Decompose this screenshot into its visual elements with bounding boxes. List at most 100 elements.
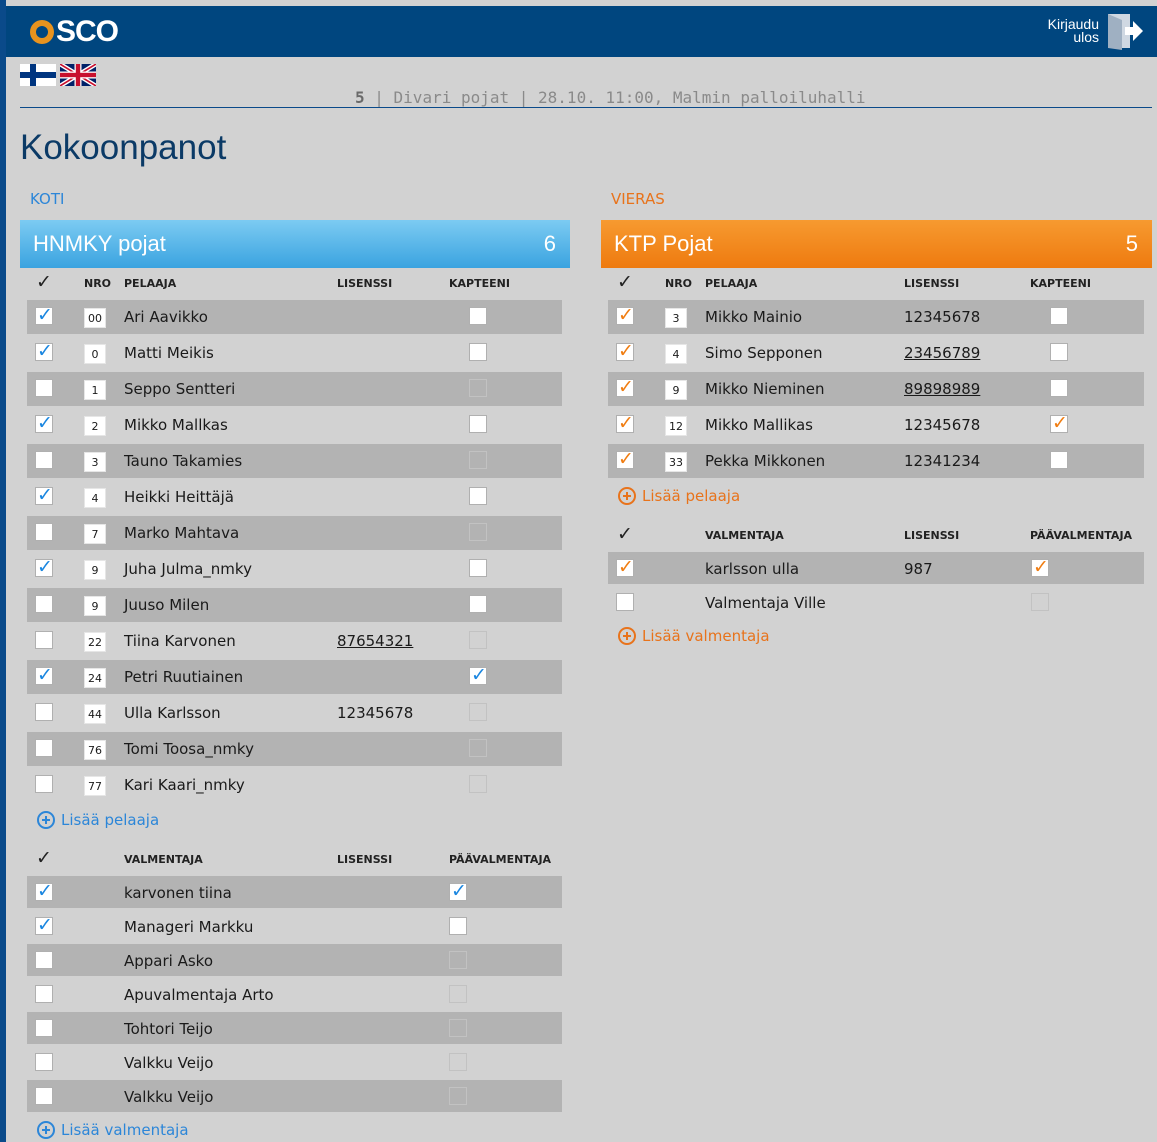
select-checkbox[interactable] <box>35 1053 53 1071</box>
home-add-player-button[interactable]: Lisää pelaaja <box>37 811 159 829</box>
home-add-coach-button[interactable]: Lisää valmentaja <box>37 1121 189 1139</box>
select-checkbox[interactable] <box>35 664 53 686</box>
player-name: Tauno Takamies <box>124 452 243 470</box>
sco-logo[interactable]: SCO <box>30 16 119 48</box>
select-checkbox[interactable] <box>35 775 53 793</box>
player-row: 9 Juuso Milen <box>27 588 562 622</box>
captain-checkbox[interactable] <box>469 343 487 361</box>
player-row: 9 Juha Julma_nmky <box>27 552 562 586</box>
uk-flag-icon[interactable] <box>60 64 96 86</box>
select-checkbox[interactable] <box>616 412 634 434</box>
player-number: 12 <box>665 416 687 436</box>
player-license[interactable]: 89898989 <box>904 380 980 398</box>
coach-row: Apuvalmentaja Arto <box>27 978 562 1010</box>
select-checkbox[interactable] <box>616 340 634 362</box>
add-icon <box>37 1121 55 1139</box>
select-checkbox[interactable] <box>35 985 53 1003</box>
player-number: 0 <box>84 344 106 364</box>
away-add-coach-button[interactable]: Lisää valmentaja <box>618 627 770 645</box>
captain-checkbox[interactable] <box>469 664 487 686</box>
player-number: 00 <box>84 308 106 328</box>
select-checkbox[interactable] <box>35 1019 53 1037</box>
select-checkbox[interactable] <box>35 304 53 326</box>
head-coach-checkbox[interactable] <box>449 880 467 902</box>
player-row: 33 Pekka Mikkonen 12341234 <box>608 444 1144 478</box>
select-checkbox[interactable] <box>616 448 634 470</box>
player-name: Marko Mahtava <box>124 524 240 542</box>
select-checkbox[interactable] <box>35 340 53 362</box>
player-name: Ulla Karlsson <box>124 704 221 722</box>
captain-checkbox[interactable] <box>1050 343 1068 361</box>
select-checkbox[interactable] <box>35 880 53 902</box>
select-checkbox[interactable] <box>616 556 634 578</box>
select-checkbox[interactable] <box>35 484 53 506</box>
player-number: 1 <box>84 380 106 400</box>
select-checkbox[interactable] <box>35 556 53 578</box>
select-checkbox[interactable] <box>35 703 53 721</box>
head-coach-checkbox[interactable] <box>449 917 467 935</box>
captain-column-header: KAPTEENI <box>449 277 510 290</box>
coach-name: Manageri Markku <box>124 918 254 936</box>
captain-checkbox[interactable] <box>1050 379 1068 397</box>
player-license: 12341234 <box>904 452 981 470</box>
coach-name: Valkku Veijo <box>124 1088 214 1106</box>
player-row: 44 Ulla Karlsson 12345678 <box>27 696 562 730</box>
select-checkbox[interactable] <box>616 376 634 398</box>
player-name: Mikko Mallikas <box>705 416 813 434</box>
player-license: 12345678 <box>904 308 981 326</box>
player-number: 22 <box>84 632 106 652</box>
player-name: Tiina Karvonen <box>124 632 236 650</box>
coach-name: karvonen tiina <box>124 884 232 902</box>
player-number: 77 <box>84 776 106 796</box>
coach-column-header: VALMENTAJA <box>705 529 784 542</box>
player-number: 76 <box>84 740 106 760</box>
select-checkbox[interactable] <box>616 304 634 326</box>
select-checkbox[interactable] <box>35 412 53 434</box>
select-checkbox[interactable] <box>35 739 53 757</box>
captain-checkbox <box>469 523 487 541</box>
captain-checkbox[interactable] <box>1050 412 1068 434</box>
select-checkbox[interactable] <box>616 593 634 611</box>
captain-checkbox[interactable] <box>469 559 487 577</box>
captain-checkbox[interactable] <box>1050 451 1068 469</box>
head-coach-checkbox <box>449 951 467 969</box>
license-column-header: LISENSSI <box>904 277 960 290</box>
license-column-header: LISENSSI <box>904 529 960 542</box>
player-row: 00 Ari Aavikko <box>27 300 562 334</box>
captain-checkbox[interactable] <box>1050 307 1068 325</box>
captain-checkbox[interactable] <box>469 487 487 505</box>
player-number: 24 <box>84 668 106 688</box>
select-checkbox[interactable] <box>35 914 53 936</box>
captain-checkbox[interactable] <box>469 307 487 325</box>
select-checkbox[interactable] <box>35 379 53 397</box>
captain-checkbox[interactable] <box>469 595 487 613</box>
select-checkbox[interactable] <box>35 1087 53 1105</box>
license-column-header: LISENSSI <box>337 277 393 290</box>
away-coaches-header: ✓ VALMENTAJA LISENSSI PÄÄVALMENTAJA <box>608 520 1144 552</box>
select-checkbox[interactable] <box>35 451 53 469</box>
select-checkbox[interactable] <box>35 631 53 649</box>
away-add-player-button[interactable]: Lisää pelaaja <box>618 487 740 505</box>
player-name: Pekka Mikkonen <box>705 452 826 470</box>
coach-name: Appari Asko <box>124 952 214 970</box>
home-coaches-header: ✓ VALMENTAJA LISENSSI PÄÄVALMENTAJA <box>27 844 562 876</box>
home-players-list: 00 Ari Aavikko 0 Matti Meikis 1 Seppo Sentter… <box>27 300 562 802</box>
captain-checkbox[interactable] <box>469 415 487 433</box>
player-row: 77 Kari Kaari_nmky <box>27 768 562 802</box>
player-number: 3 <box>665 308 687 328</box>
select-checkbox[interactable] <box>35 523 53 541</box>
player-row: 3 Tauno Takamies <box>27 444 562 478</box>
player-name: Mikko Mainio <box>705 308 803 326</box>
player-number: 2 <box>84 416 106 436</box>
player-license[interactable]: 23456789 <box>904 344 980 362</box>
player-row: 3 Mikko Mainio 12345678 <box>608 300 1144 334</box>
home-players-header: ✓ NRO PELAAJA LISENSSI KAPTEENI <box>27 268 562 300</box>
player-row: 24 Petri Ruutiainen <box>27 660 562 694</box>
select-checkbox[interactable] <box>35 595 53 613</box>
player-license[interactable]: 87654321 <box>337 632 413 650</box>
select-checkbox[interactable] <box>35 951 53 969</box>
finnish-flag-icon[interactable] <box>20 64 56 86</box>
logout-button[interactable]: Kirjaudu ulos <box>1048 12 1143 50</box>
head-coach-checkbox[interactable] <box>1031 556 1049 578</box>
coach-row: Valkku Veijo <box>27 1046 562 1078</box>
